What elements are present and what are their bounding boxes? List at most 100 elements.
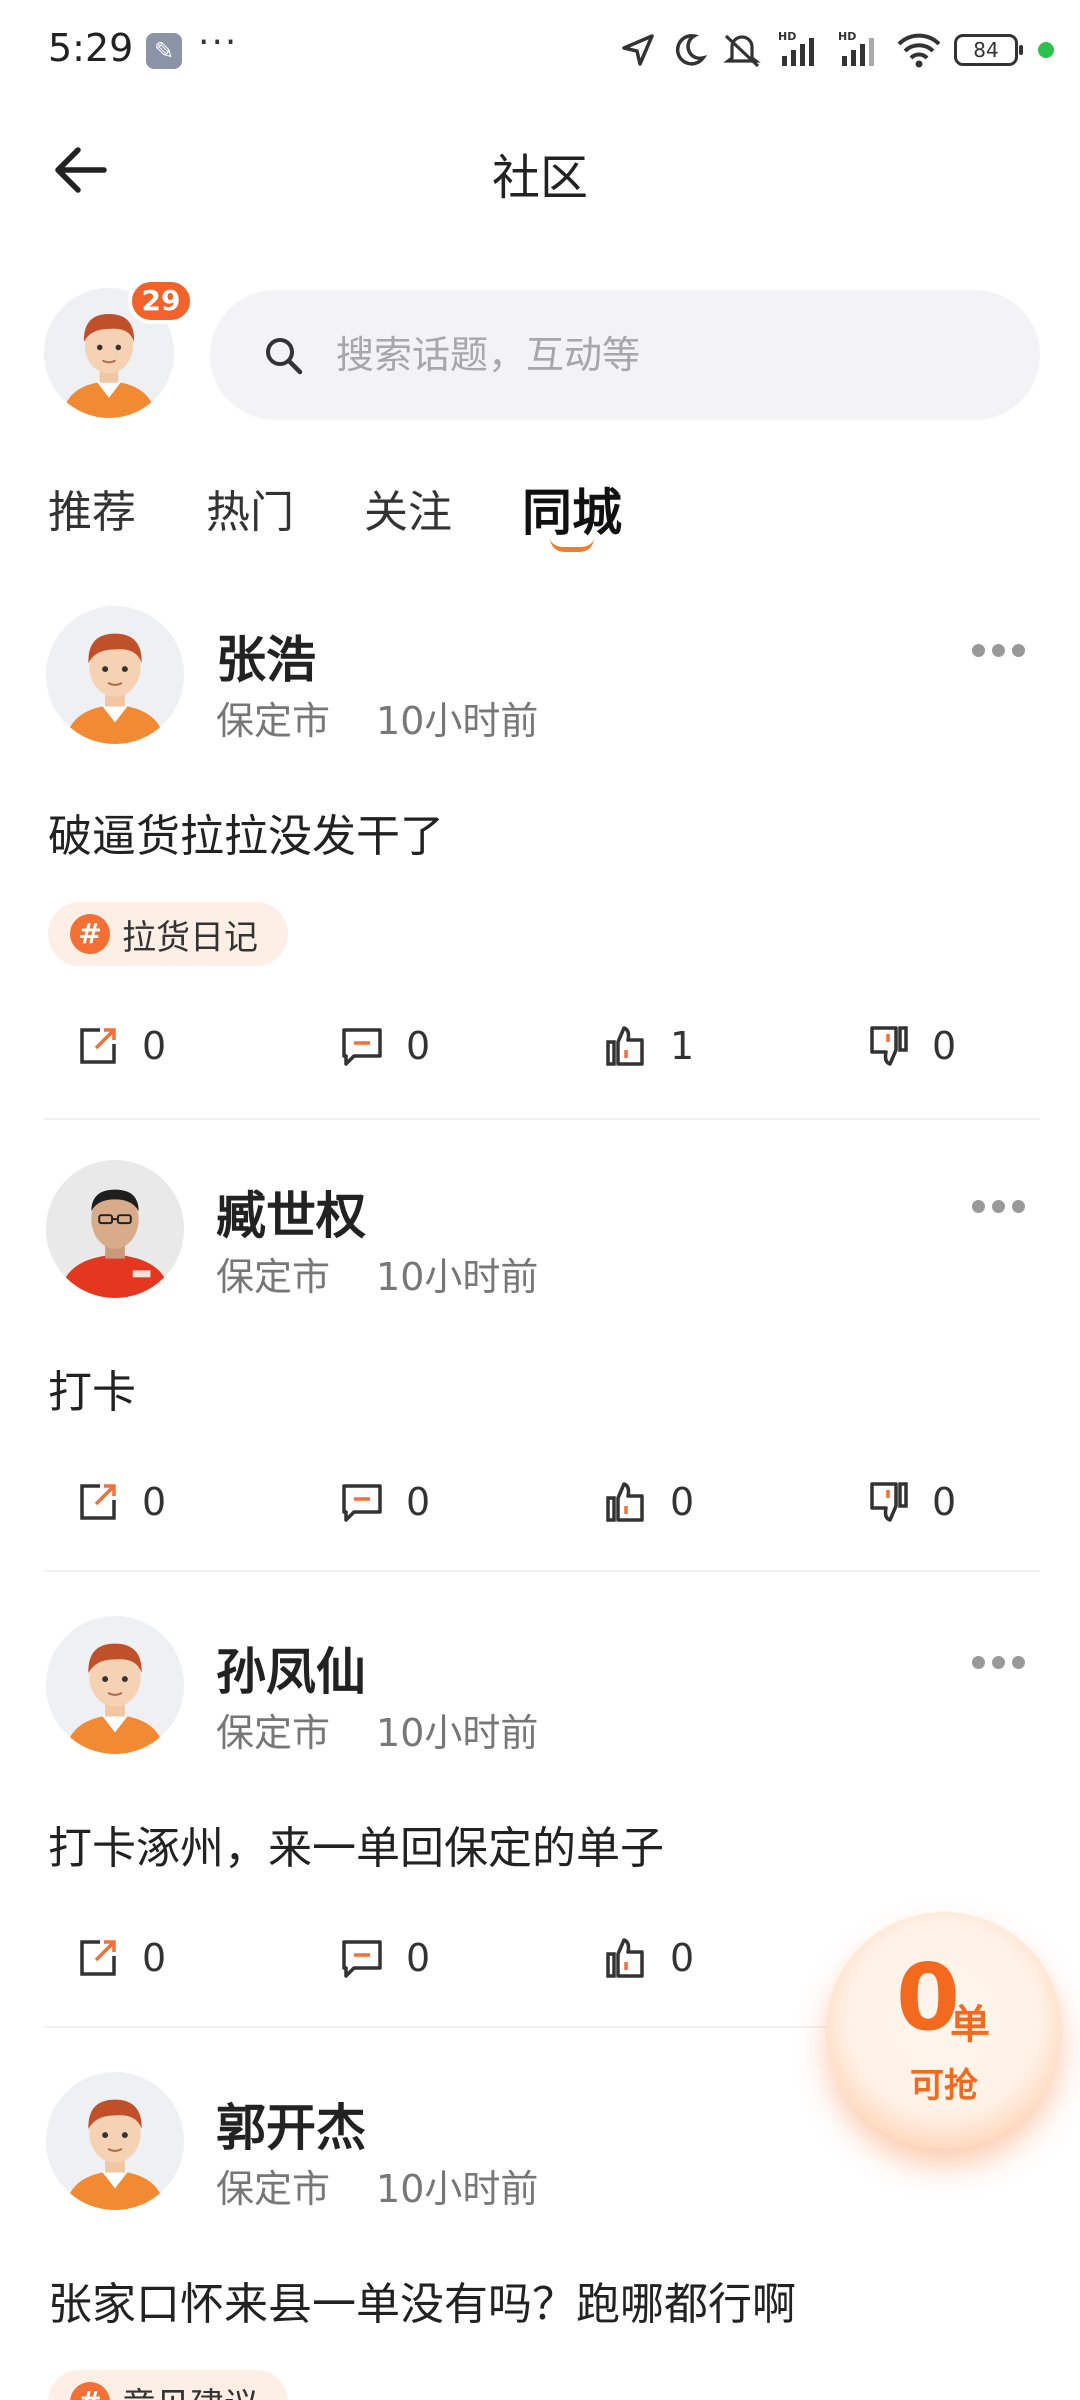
author-avatar[interactable] [46,1160,184,1298]
share-count: 0 [142,1480,167,1524]
tab-recommended[interactable]: 推荐 [48,478,136,558]
more-options-icon[interactable] [972,1198,1036,1222]
wrench-icon: ✎ [146,33,182,69]
tab-active-indicator [550,538,594,552]
tab-label: 同城 [522,484,622,542]
author-name[interactable]: 郭开杰 [216,2088,366,2160]
topic-tag[interactable]: # 拉货日记 [48,902,288,966]
topic-label: 拉货日记 [122,917,258,958]
svg-text:HD: HD [838,30,856,43]
share-button[interactable]: 0 [76,1928,166,1988]
mute-bell-icon [723,34,761,68]
signal-1-icon: HD [776,30,824,70]
like-button[interactable]: 0 [604,1928,694,1988]
post-meta: 保定市 10小时前 [216,690,538,745]
notification-badge: 29 [128,278,194,324]
post-meta: 保定市 10小时前 [216,2158,538,2213]
post-time: 10小时前 [376,2167,539,2211]
post-city: 保定市 [216,2167,331,2211]
share-icon [80,1028,116,1064]
post-time: 10小时前 [376,1711,539,1755]
comment-icon [342,1028,382,1066]
like-count: 0 [670,1480,695,1524]
divider [44,1570,1040,1572]
location-arrow-icon [622,34,654,66]
post-time: 10小时前 [376,699,539,743]
share-button[interactable]: 0 [76,1016,166,1076]
author-avatar[interactable] [46,606,184,744]
search-bar[interactable] [210,290,1040,420]
comment-count: 0 [406,1480,431,1524]
tab-same-city[interactable]: 同城 [522,478,622,558]
post-content: 张家口怀来县一单没有吗？跑哪都行啊 [48,2279,796,2330]
dislike-button[interactable]: 0 [866,1016,956,1076]
available-orders-unit: 单 [950,2002,990,2048]
status-bar: 5:29 ✎ ··· HD HD 84 [0,0,1080,100]
author-name[interactable]: 臧世权 [216,1176,366,1248]
like-count: 0 [670,1936,695,1980]
post-content: 打卡 [48,1367,136,1418]
comment-button[interactable]: 0 [340,1928,430,1988]
share-icon [80,1484,116,1520]
post-city: 保定市 [216,699,331,743]
status-icons: HD HD 84 [618,26,1054,74]
like-button[interactable]: 1 [604,1016,694,1076]
thumbs-up-icon [606,1938,644,1978]
more-options-icon[interactable] [972,1654,1036,1678]
dislike-count: 0 [932,1480,957,1524]
tab-hot[interactable]: 热门 [206,478,294,558]
svg-text:HD: HD [778,30,796,43]
dislike-button[interactable]: 0 [866,1472,956,1532]
post-city: 保定市 [216,1255,331,1299]
tab-label: 热门 [206,487,294,538]
post-content: 打卡涿州，来一单回保定的单子 [48,1823,664,1874]
hashtag-icon: # [70,914,110,954]
share-icon [80,1940,116,1976]
comment-button[interactable]: 0 [340,1016,430,1076]
moon-icon [675,34,708,66]
post-content: 破逼货拉拉没发干了 [48,811,444,862]
share-count: 0 [142,1024,167,1068]
post-city: 保定市 [216,1711,331,1755]
page-title: 社区 [491,150,588,206]
share-button[interactable]: 0 [76,1472,166,1532]
hashtag-icon: # [70,2382,110,2400]
tab-label: 关注 [364,487,452,538]
like-count: 1 [670,1024,695,1068]
comment-icon [342,1484,382,1522]
thumbs-up-icon [606,1482,644,1522]
thumbs-down-icon [870,1026,908,1066]
comment-button[interactable]: 0 [340,1472,430,1532]
post-time: 10小时前 [376,1255,539,1299]
battery-icon: 84 [954,34,1023,66]
status-more-icon: ··· [198,22,239,63]
comment-count: 0 [406,1024,431,1068]
search-input[interactable] [336,320,986,390]
author-avatar[interactable] [46,1616,184,1754]
topic-tag[interactable]: # 意见建议 [48,2370,288,2400]
wifi-icon [897,33,941,68]
privacy-dot-icon [1038,42,1054,58]
topic-label: 意见建议 [122,2378,258,2400]
available-orders-button[interactable]: 0 单 可抢 [826,1912,1062,2148]
thumbs-down-icon [870,1482,908,1522]
tab-following[interactable]: 关注 [364,478,452,558]
available-orders-label: 可抢 [910,2066,978,2106]
post-actions: 0 0 1 0 [0,1016,1080,1076]
comment-count: 0 [406,1936,431,1980]
search-icon [266,338,303,375]
author-avatar[interactable] [46,2072,184,2210]
author-name[interactable]: 孙凤仙 [216,1632,366,1704]
comment-icon [342,1940,382,1978]
status-time: 5:29 [48,26,134,70]
post-actions: 0 0 0 0 [0,1472,1080,1532]
author-name[interactable]: 张浩 [216,620,316,692]
dislike-count: 0 [932,1024,957,1068]
like-button[interactable]: 0 [604,1472,694,1532]
tab-label: 推荐 [48,487,136,538]
signal-2-icon: HD [836,30,884,70]
thumbs-up-icon [606,1026,644,1066]
share-count: 0 [142,1936,167,1980]
divider [44,1118,1040,1120]
more-options-icon[interactable] [972,642,1036,666]
